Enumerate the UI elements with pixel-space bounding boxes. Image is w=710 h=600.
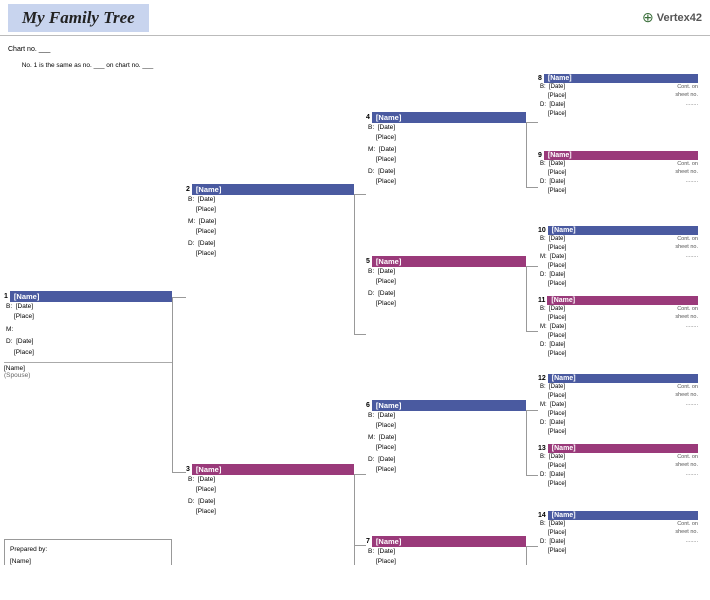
title-box: My Family Tree xyxy=(8,4,149,32)
num-13: 13 xyxy=(538,445,546,452)
num-2: 2 xyxy=(186,186,190,193)
name-bar-13: [Name] xyxy=(548,444,698,453)
person-2: 2 [Name] B: [Date] [Place] M: [Date] [Pl… xyxy=(186,184,354,259)
name-bar-5: [Name] xyxy=(372,256,526,267)
person-3: 3 [Name] B: [Date] [Place] D: [Date] [Pl… xyxy=(186,464,354,518)
person-1: 1 [Name] B: [Date] [Place] M: D: [Date] … xyxy=(4,291,172,379)
num-1: 1 xyxy=(4,293,8,300)
num-4: 4 xyxy=(366,114,370,121)
name-bar-9: [Name] xyxy=(544,151,698,160)
name-bar-4: [Name] xyxy=(372,112,526,123)
num-7: 7 xyxy=(366,538,370,545)
num-10: 10 xyxy=(538,227,546,234)
chart-no: Chart no. ___ xyxy=(8,46,167,53)
name-bar-6: [Name] xyxy=(372,400,526,411)
name-bar-11: [Name] xyxy=(547,296,698,305)
person-13: 13 [Name] B: [Date] [Place] D: [Date] [P… xyxy=(538,444,698,489)
name-bar-7: [Name] xyxy=(372,536,526,547)
num-12: 12 xyxy=(538,375,546,382)
name-bar-2: [Name] xyxy=(192,184,354,195)
logo-icon: ⊕ xyxy=(642,9,654,26)
left-panel: Chart no. ___ No. 1 is the same as no. _… xyxy=(0,36,175,81)
person-8: 8 [Name] B: [Date] [Place] D: [Date] [Pl… xyxy=(538,74,698,119)
person-4: 4 [Name] B: [Date] [Place] M: [Date] [Pl… xyxy=(366,112,526,187)
person-10: 10 [Name] B: [Date] [Place] M: [Date] [P… xyxy=(538,226,698,289)
footer-info: Prepared by: [Name] [Address] [Phone or … xyxy=(4,539,172,565)
person-5: 5 [Name] B: [Date] [Place] D: [Date] [Pl… xyxy=(366,256,526,310)
spouse-1: [Name] (Spouse) xyxy=(4,362,172,379)
person-7: 7 [Name] B: [Date] [Place] D: [Date] [Pl… xyxy=(366,536,526,565)
chart-note: No. 1 is the same as no. ___ on chart no… xyxy=(8,61,167,71)
person-14: 14 [Name] B: [Date] [Place] D: [Date] [P… xyxy=(538,511,698,556)
num-11: 11 xyxy=(538,297,545,304)
name-bar-8: [Name] xyxy=(544,74,698,83)
num-14: 14 xyxy=(538,512,546,519)
num-3: 3 xyxy=(186,466,190,473)
person-9: 9 [Name] B: [Date] [Place] D: [Date] [Pl… xyxy=(538,151,698,196)
num-5: 5 xyxy=(366,258,370,265)
person-6: 6 [Name] B: [Date] [Place] M: [Date] [Pl… xyxy=(366,400,526,475)
name-bar-12: [Name] xyxy=(548,374,698,383)
name-bar-1: [Name] xyxy=(10,291,172,302)
name-bar-10: [Name] xyxy=(548,226,698,235)
person-12: 12 [Name] B: [Date] [Place] M: [Date] [P… xyxy=(538,374,698,437)
name-bar-3: [Name] xyxy=(192,464,354,475)
logo: ⊕ Vertex42 xyxy=(642,9,702,26)
num-6: 6 xyxy=(366,402,370,409)
name-bar-14: [Name] xyxy=(548,511,698,520)
num-9: 9 xyxy=(538,152,542,159)
person-11: 11 [Name] B: [Date] [Place] M: [Date] [P… xyxy=(538,296,698,359)
num-8: 8 xyxy=(538,75,542,82)
